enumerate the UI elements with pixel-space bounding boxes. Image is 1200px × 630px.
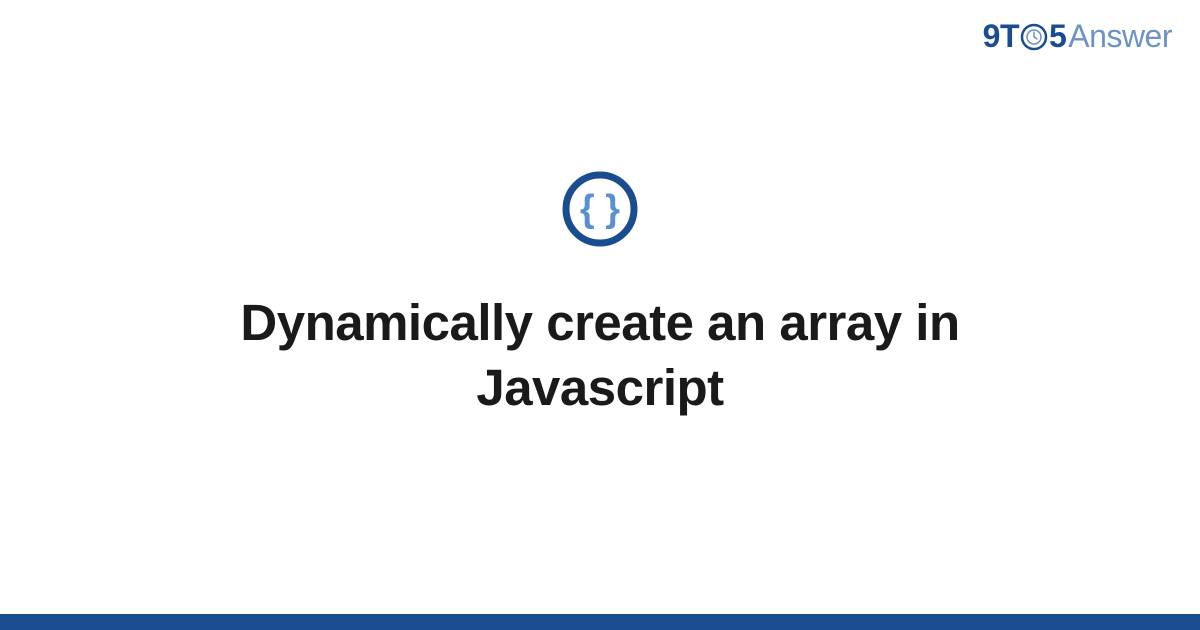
svg-text:{ }: { } (580, 188, 620, 230)
page-title: Dynamically create an array in Javascrip… (150, 290, 1050, 421)
main-content: { } Dynamically create an array in Javas… (0, 0, 1200, 630)
code-braces-icon: { } (561, 170, 639, 248)
category-icon-container: { } (561, 170, 639, 248)
footer-accent-bar (0, 614, 1200, 630)
